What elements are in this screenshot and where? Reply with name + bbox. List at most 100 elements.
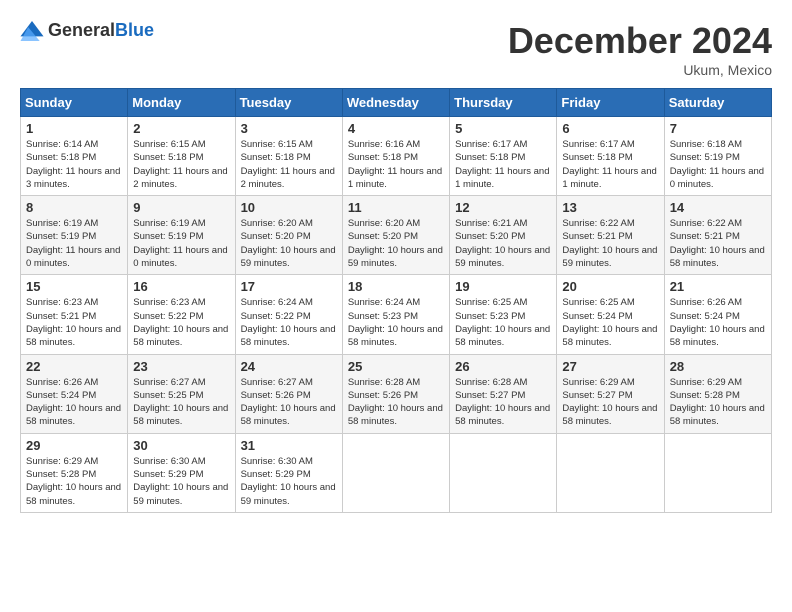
day-info: Sunrise: 6:16 AM Sunset: 5:18 PM Dayligh… bbox=[348, 138, 444, 191]
calendar-day-cell: 7 Sunrise: 6:18 AM Sunset: 5:19 PM Dayli… bbox=[664, 117, 771, 196]
calendar-day-cell: 3 Sunrise: 6:15 AM Sunset: 5:18 PM Dayli… bbox=[235, 117, 342, 196]
day-info: Sunrise: 6:27 AM Sunset: 5:25 PM Dayligh… bbox=[133, 376, 229, 429]
calendar-day-cell: 20 Sunrise: 6:25 AM Sunset: 5:24 PM Dayl… bbox=[557, 275, 664, 354]
day-number: 18 bbox=[348, 279, 444, 294]
day-info: Sunrise: 6:19 AM Sunset: 5:19 PM Dayligh… bbox=[133, 217, 229, 270]
calendar-day-cell: 2 Sunrise: 6:15 AM Sunset: 5:18 PM Dayli… bbox=[128, 117, 235, 196]
logo-text-general: General bbox=[48, 20, 115, 40]
calendar-day-cell: 23 Sunrise: 6:27 AM Sunset: 5:25 PM Dayl… bbox=[128, 354, 235, 433]
day-number: 17 bbox=[241, 279, 337, 294]
day-info: Sunrise: 6:30 AM Sunset: 5:29 PM Dayligh… bbox=[241, 455, 337, 508]
day-info: Sunrise: 6:19 AM Sunset: 5:19 PM Dayligh… bbox=[26, 217, 122, 270]
calendar-week-row: 1 Sunrise: 6:14 AM Sunset: 5:18 PM Dayli… bbox=[21, 117, 772, 196]
day-number: 11 bbox=[348, 200, 444, 215]
weekday-header: Sunday bbox=[21, 89, 128, 117]
calendar-day-cell: 25 Sunrise: 6:28 AM Sunset: 5:26 PM Dayl… bbox=[342, 354, 449, 433]
calendar-day-cell: 12 Sunrise: 6:21 AM Sunset: 5:20 PM Dayl… bbox=[450, 196, 557, 275]
calendar-day-cell bbox=[557, 433, 664, 512]
day-number: 8 bbox=[26, 200, 122, 215]
day-number: 29 bbox=[26, 438, 122, 453]
weekday-header: Tuesday bbox=[235, 89, 342, 117]
calendar-day-cell: 16 Sunrise: 6:23 AM Sunset: 5:22 PM Dayl… bbox=[128, 275, 235, 354]
day-info: Sunrise: 6:15 AM Sunset: 5:18 PM Dayligh… bbox=[133, 138, 229, 191]
day-number: 12 bbox=[455, 200, 551, 215]
day-info: Sunrise: 6:17 AM Sunset: 5:18 PM Dayligh… bbox=[562, 138, 658, 191]
day-info: Sunrise: 6:30 AM Sunset: 5:29 PM Dayligh… bbox=[133, 455, 229, 508]
calendar-day-cell: 31 Sunrise: 6:30 AM Sunset: 5:29 PM Dayl… bbox=[235, 433, 342, 512]
day-number: 2 bbox=[133, 121, 229, 136]
day-info: Sunrise: 6:18 AM Sunset: 5:19 PM Dayligh… bbox=[670, 138, 766, 191]
day-info: Sunrise: 6:29 AM Sunset: 5:27 PM Dayligh… bbox=[562, 376, 658, 429]
calendar-day-cell: 11 Sunrise: 6:20 AM Sunset: 5:20 PM Dayl… bbox=[342, 196, 449, 275]
day-number: 22 bbox=[26, 359, 122, 374]
calendar-day-cell: 28 Sunrise: 6:29 AM Sunset: 5:28 PM Dayl… bbox=[664, 354, 771, 433]
calendar-day-cell: 18 Sunrise: 6:24 AM Sunset: 5:23 PM Dayl… bbox=[342, 275, 449, 354]
day-number: 24 bbox=[241, 359, 337, 374]
weekday-header-row: SundayMondayTuesdayWednesdayThursdayFrid… bbox=[21, 89, 772, 117]
calendar-day-cell: 29 Sunrise: 6:29 AM Sunset: 5:28 PM Dayl… bbox=[21, 433, 128, 512]
day-number: 15 bbox=[26, 279, 122, 294]
calendar-week-row: 22 Sunrise: 6:26 AM Sunset: 5:24 PM Dayl… bbox=[21, 354, 772, 433]
day-info: Sunrise: 6:26 AM Sunset: 5:24 PM Dayligh… bbox=[670, 296, 766, 349]
day-number: 23 bbox=[133, 359, 229, 374]
day-info: Sunrise: 6:15 AM Sunset: 5:18 PM Dayligh… bbox=[241, 138, 337, 191]
calendar-day-cell: 24 Sunrise: 6:27 AM Sunset: 5:26 PM Dayl… bbox=[235, 354, 342, 433]
calendar-day-cell bbox=[450, 433, 557, 512]
day-number: 20 bbox=[562, 279, 658, 294]
calendar-day-cell: 5 Sunrise: 6:17 AM Sunset: 5:18 PM Dayli… bbox=[450, 117, 557, 196]
calendar-day-cell: 14 Sunrise: 6:22 AM Sunset: 5:21 PM Dayl… bbox=[664, 196, 771, 275]
day-info: Sunrise: 6:23 AM Sunset: 5:21 PM Dayligh… bbox=[26, 296, 122, 349]
month-title: December 2024 bbox=[508, 20, 772, 62]
day-number: 19 bbox=[455, 279, 551, 294]
day-number: 6 bbox=[562, 121, 658, 136]
calendar-day-cell bbox=[664, 433, 771, 512]
day-info: Sunrise: 6:22 AM Sunset: 5:21 PM Dayligh… bbox=[562, 217, 658, 270]
weekday-header: Friday bbox=[557, 89, 664, 117]
logo: GeneralBlue bbox=[20, 20, 154, 41]
calendar-day-cell: 22 Sunrise: 6:26 AM Sunset: 5:24 PM Dayl… bbox=[21, 354, 128, 433]
day-info: Sunrise: 6:29 AM Sunset: 5:28 PM Dayligh… bbox=[670, 376, 766, 429]
day-number: 4 bbox=[348, 121, 444, 136]
day-number: 14 bbox=[670, 200, 766, 215]
day-info: Sunrise: 6:24 AM Sunset: 5:23 PM Dayligh… bbox=[348, 296, 444, 349]
calendar-day-cell: 15 Sunrise: 6:23 AM Sunset: 5:21 PM Dayl… bbox=[21, 275, 128, 354]
day-info: Sunrise: 6:17 AM Sunset: 5:18 PM Dayligh… bbox=[455, 138, 551, 191]
day-info: Sunrise: 6:26 AM Sunset: 5:24 PM Dayligh… bbox=[26, 376, 122, 429]
day-info: Sunrise: 6:28 AM Sunset: 5:27 PM Dayligh… bbox=[455, 376, 551, 429]
day-number: 16 bbox=[133, 279, 229, 294]
calendar-day-cell: 9 Sunrise: 6:19 AM Sunset: 5:19 PM Dayli… bbox=[128, 196, 235, 275]
calendar-day-cell: 19 Sunrise: 6:25 AM Sunset: 5:23 PM Dayl… bbox=[450, 275, 557, 354]
day-info: Sunrise: 6:29 AM Sunset: 5:28 PM Dayligh… bbox=[26, 455, 122, 508]
day-number: 1 bbox=[26, 121, 122, 136]
day-number: 7 bbox=[670, 121, 766, 136]
calendar-day-cell: 6 Sunrise: 6:17 AM Sunset: 5:18 PM Dayli… bbox=[557, 117, 664, 196]
logo-icon bbox=[20, 21, 44, 41]
day-info: Sunrise: 6:25 AM Sunset: 5:23 PM Dayligh… bbox=[455, 296, 551, 349]
calendar-day-cell: 17 Sunrise: 6:24 AM Sunset: 5:22 PM Dayl… bbox=[235, 275, 342, 354]
calendar-week-row: 8 Sunrise: 6:19 AM Sunset: 5:19 PM Dayli… bbox=[21, 196, 772, 275]
calendar-week-row: 29 Sunrise: 6:29 AM Sunset: 5:28 PM Dayl… bbox=[21, 433, 772, 512]
weekday-header: Saturday bbox=[664, 89, 771, 117]
day-info: Sunrise: 6:24 AM Sunset: 5:22 PM Dayligh… bbox=[241, 296, 337, 349]
calendar-day-cell: 4 Sunrise: 6:16 AM Sunset: 5:18 PM Dayli… bbox=[342, 117, 449, 196]
calendar-day-cell: 1 Sunrise: 6:14 AM Sunset: 5:18 PM Dayli… bbox=[21, 117, 128, 196]
day-number: 9 bbox=[133, 200, 229, 215]
location: Ukum, Mexico bbox=[508, 62, 772, 78]
weekday-header: Monday bbox=[128, 89, 235, 117]
day-number: 21 bbox=[670, 279, 766, 294]
page-header: GeneralBlue December 2024 Ukum, Mexico bbox=[20, 20, 772, 78]
day-info: Sunrise: 6:22 AM Sunset: 5:21 PM Dayligh… bbox=[670, 217, 766, 270]
calendar-day-cell: 10 Sunrise: 6:20 AM Sunset: 5:20 PM Dayl… bbox=[235, 196, 342, 275]
day-number: 27 bbox=[562, 359, 658, 374]
day-info: Sunrise: 6:21 AM Sunset: 5:20 PM Dayligh… bbox=[455, 217, 551, 270]
day-number: 30 bbox=[133, 438, 229, 453]
calendar-day-cell: 30 Sunrise: 6:30 AM Sunset: 5:29 PM Dayl… bbox=[128, 433, 235, 512]
day-info: Sunrise: 6:14 AM Sunset: 5:18 PM Dayligh… bbox=[26, 138, 122, 191]
calendar-day-cell: 13 Sunrise: 6:22 AM Sunset: 5:21 PM Dayl… bbox=[557, 196, 664, 275]
calendar-day-cell: 8 Sunrise: 6:19 AM Sunset: 5:19 PM Dayli… bbox=[21, 196, 128, 275]
title-block: December 2024 Ukum, Mexico bbox=[508, 20, 772, 78]
logo-text-blue: Blue bbox=[115, 20, 154, 40]
calendar-day-cell: 27 Sunrise: 6:29 AM Sunset: 5:27 PM Dayl… bbox=[557, 354, 664, 433]
calendar-day-cell: 26 Sunrise: 6:28 AM Sunset: 5:27 PM Dayl… bbox=[450, 354, 557, 433]
weekday-header: Wednesday bbox=[342, 89, 449, 117]
